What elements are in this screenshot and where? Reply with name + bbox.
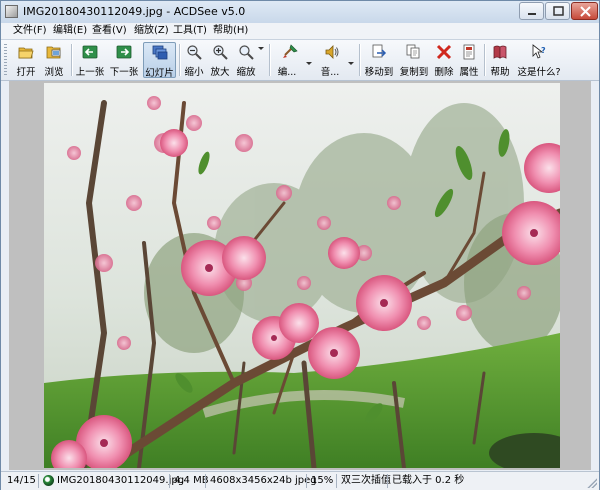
help-label: 帮助 <box>490 67 510 78</box>
whats-this-icon: ? <box>532 44 546 59</box>
status-filename: IMG20180430112049.jpg <box>57 475 185 486</box>
status-divider <box>336 474 337 488</box>
status-divider <box>205 474 206 488</box>
menu-edit[interactable]: 编辑(E) <box>51 24 89 38</box>
zoom-out-label: 缩小 <box>184 67 204 78</box>
image-file-icon <box>43 475 54 486</box>
svg-text:?: ? <box>541 46 546 55</box>
status-divider <box>306 474 307 488</box>
zoom-in-button[interactable]: 放大 <box>208 42 232 78</box>
status-interpolation: 双三次插值 <box>341 475 391 486</box>
slideshow-button[interactable]: 幻灯片 <box>143 42 176 79</box>
edit-dropdown-arrow[interactable] <box>306 62 312 65</box>
whats-this-label: 这是什么? <box>517 67 561 78</box>
next-label: 下一张 <box>109 67 139 78</box>
toolbar-separator <box>71 44 73 76</box>
help-button[interactable]: 帮助 <box>487 42 513 78</box>
minimize-icon <box>528 13 536 15</box>
zoom-out-icon <box>187 45 202 60</box>
audio-dropdown-arrow[interactable] <box>348 62 354 65</box>
close-icon <box>580 6 591 17</box>
maximize-icon <box>553 6 564 16</box>
toolbar-separator <box>179 44 181 76</box>
browse-label: 浏览 <box>44 67 64 78</box>
menu-view[interactable]: 查看(V) <box>90 24 129 38</box>
menu-bar: 文件(F) 编辑(E) 查看(V) 缩放(Z) 工具(T) 帮助(H) <box>1 23 599 40</box>
speaker-icon <box>325 45 339 59</box>
title-bar[interactable]: IMG20180430112049.jpg - ACDSee v5.0 <box>1 1 599 24</box>
displayed-photo[interactable] <box>44 83 560 468</box>
toolbar-grip[interactable] <box>4 44 7 76</box>
browse-icon <box>46 46 61 59</box>
help-book-icon <box>493 45 507 59</box>
open-label: 打开 <box>16 67 36 78</box>
move-to-icon <box>372 44 387 58</box>
edit-label: 编... <box>277 67 297 78</box>
maximize-button[interactable] <box>545 2 570 20</box>
window-title: IMG20180430112049.jpg - ACDSee v5.0 <box>23 5 246 18</box>
close-button[interactable] <box>571 2 598 20</box>
menu-tools[interactable]: 工具(T) <box>171 24 209 38</box>
zoom-in-icon <box>213 45 228 60</box>
menu-zoom[interactable]: 缩放(Z) <box>132 24 171 38</box>
move-to-label: 移动到 <box>364 67 394 78</box>
minimize-button[interactable] <box>519 2 544 20</box>
copy-to-button[interactable]: 复制到 <box>397 42 431 78</box>
properties-label: 属性 <box>459 67 479 78</box>
paintbrush-icon <box>283 44 298 58</box>
zoom-label: 缩放 <box>236 67 256 78</box>
status-divider <box>38 474 39 488</box>
next-image-button[interactable]: 下一张 <box>108 42 140 78</box>
toolbar-separator <box>269 44 271 76</box>
audio-button[interactable]: 音... <box>315 42 355 78</box>
status-divider <box>169 474 170 488</box>
arrow-right-icon <box>116 45 132 59</box>
browse-button[interactable]: 浏览 <box>41 42 67 78</box>
properties-icon <box>463 44 475 60</box>
move-to-button[interactable]: 移动到 <box>362 42 396 78</box>
toolbar: 打开 浏览 上一张 下一张 幻灯片 缩小 放大 缩放 编... 音... 移动到… <box>1 40 599 81</box>
zoom-icon <box>239 45 254 60</box>
folder-open-icon <box>18 47 34 59</box>
toolbar-separator <box>359 44 361 76</box>
edit-button[interactable]: 编... <box>272 42 312 78</box>
prev-label: 上一张 <box>75 67 105 78</box>
properties-button[interactable]: 属性 <box>457 42 481 78</box>
zoom-in-label: 放大 <box>210 67 230 78</box>
status-dimensions: 4608x3456x24b jpeg <box>210 475 317 486</box>
status-zoom: 15% <box>311 475 334 486</box>
copy-to-icon <box>406 44 420 59</box>
delete-button[interactable]: 删除 <box>432 42 456 78</box>
status-divider <box>387 474 388 488</box>
status-bar: 14/15 IMG20180430112049.jpg 4.4 MB 4608x… <box>1 471 599 490</box>
status-filesize: 4.4 MB <box>174 475 209 486</box>
delete-label: 删除 <box>434 67 454 78</box>
copy-to-label: 复制到 <box>399 67 429 78</box>
audio-label: 音... <box>320 67 340 78</box>
menu-help[interactable]: 帮助(H) <box>211 24 250 38</box>
resize-grip[interactable] <box>587 478 597 488</box>
status-load-time: 已载入于 0.2 秒 <box>392 475 465 486</box>
zoom-out-button[interactable]: 缩小 <box>182 42 206 78</box>
arrow-left-icon <box>82 45 98 59</box>
slideshow-label: 幻灯片 <box>145 68 174 79</box>
toolbar-separator <box>484 44 486 76</box>
status-position: 14/15 <box>7 475 36 486</box>
app-icon <box>5 5 18 18</box>
menu-file[interactable]: 文件(F) <box>11 24 49 38</box>
slideshow-icon <box>152 45 168 60</box>
prev-image-button[interactable]: 上一张 <box>74 42 106 78</box>
delete-x-icon <box>436 44 452 60</box>
whats-this-button[interactable]: ? 这是什么? <box>514 42 564 78</box>
acdsee-window: IMG20180430112049.jpg - ACDSee v5.0 文件(F… <box>0 0 600 490</box>
zoom-dropdown-arrow[interactable] <box>258 47 264 50</box>
zoom-button[interactable]: 缩放 <box>234 42 266 78</box>
open-button[interactable]: 打开 <box>13 42 39 78</box>
